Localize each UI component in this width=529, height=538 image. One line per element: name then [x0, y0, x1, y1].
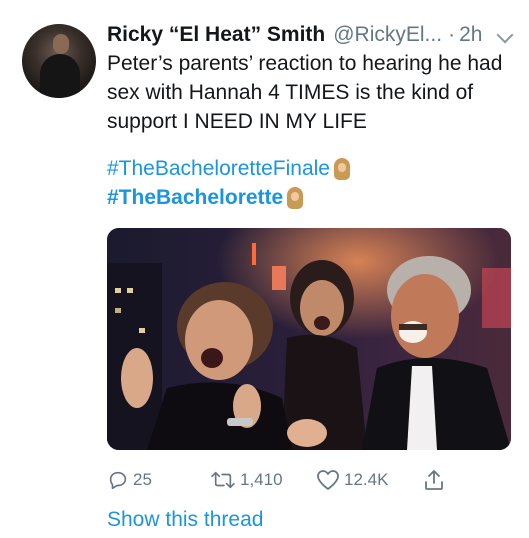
- share-icon: [425, 470, 443, 490]
- retweet-button[interactable]: 1,410: [210, 466, 283, 494]
- reply-button[interactable]: 25: [107, 466, 152, 494]
- chevron-down-icon[interactable]: [496, 26, 514, 44]
- tweet-text: Peter’s parents’ reaction to hearing he …: [107, 49, 517, 136]
- hashtag-list: #TheBacheloretteFinale #TheBachelorette: [107, 154, 350, 212]
- heart-icon: [317, 470, 339, 490]
- hannah-doll-emoji-icon: [333, 157, 350, 180]
- tweet-media-photo[interactable]: [107, 228, 511, 450]
- photo-of-excited-audience-icon: [107, 228, 511, 450]
- avatar[interactable]: [22, 24, 96, 98]
- retweet-count: 1,410: [240, 470, 283, 489]
- like-button[interactable]: 12.4K: [316, 466, 388, 494]
- separator-dot: ·: [448, 23, 456, 46]
- hannah-doll-emoji-icon: [287, 186, 304, 209]
- tweet-timestamp[interactable]: 2h: [459, 19, 482, 51]
- author-handle[interactable]: @RickyEl...: [333, 19, 442, 51]
- author-name[interactable]: Ricky “El Heat” Smith: [107, 19, 325, 51]
- avatar-figure: [40, 54, 80, 98]
- retweet-icon: [211, 471, 235, 489]
- avatar-head: [53, 34, 69, 54]
- reply-count: 25: [133, 470, 152, 489]
- hashtag-bachelorette[interactable]: #TheBachelorette: [107, 183, 283, 212]
- share-button[interactable]: [423, 466, 445, 494]
- reply-icon: [109, 471, 127, 490]
- tweet-text-content: Peter’s parents’ reaction to hearing he …: [107, 52, 503, 133]
- like-count: 12.4K: [344, 470, 389, 489]
- hashtag-bachelorette-finale[interactable]: #TheBacheloretteFinale: [107, 154, 330, 183]
- show-thread-link[interactable]: Show this thread: [107, 506, 263, 534]
- hashtag-line-2: #TheBachelorette: [107, 183, 350, 212]
- hashtag-line-1: #TheBacheloretteFinale: [107, 154, 350, 183]
- tweet-header: Ricky “El Heat” Smith @RickyEl... · 2h: [107, 19, 515, 51]
